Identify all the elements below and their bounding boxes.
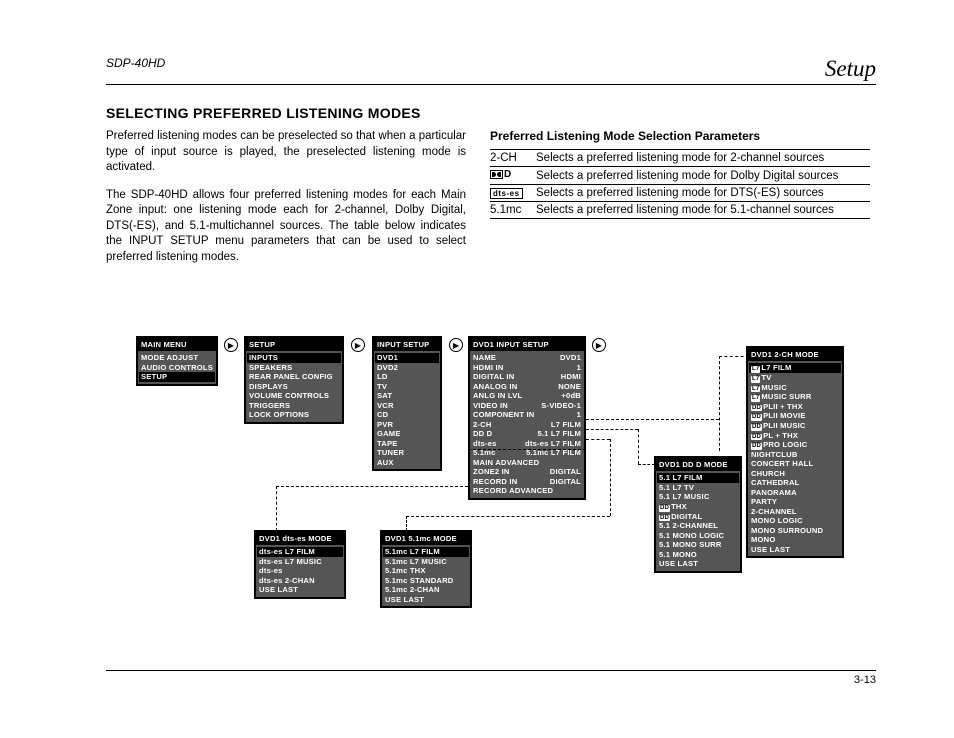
arrow-icon — [224, 338, 238, 352]
arrow-icon — [449, 338, 463, 352]
param-label: 2-CH — [490, 150, 536, 167]
param-desc: Selects a preferred listening mode for D… — [536, 167, 870, 185]
menu-main: MAIN MENU MODE ADJUST AUDIO CONTROLS SET… — [136, 336, 218, 386]
paragraph-1: Preferred listening modes can be presele… — [106, 129, 466, 176]
body-text: Preferred listening modes can be presele… — [106, 129, 466, 277]
page-header: SDP-40HD Setup — [106, 56, 876, 85]
menu-dts-mode: DVD1 dts-es MODE dts-es L7 FILM dts-es L… — [254, 530, 346, 599]
menu-setup: SETUP INPUTS SPEAKERS REAR PANEL CONFIG … — [244, 336, 344, 424]
menu-input-setup: INPUT SETUP DVD1 DVD2 LD TV SAT VCR CD P… — [372, 336, 442, 471]
menu-dd-mode: DVD1 DD D MODE 5.1 L7 FILM 5.1 L7 TV5.1 … — [654, 456, 742, 573]
menu-51mc-mode: DVD1 5.1mc MODE 5.1mc L7 FILM 5.1mc L7 M… — [380, 530, 472, 608]
page-number: 3-13 — [106, 670, 876, 686]
menu-diagram: MAIN MENU MODE ADJUST AUDIO CONTROLS SET… — [136, 336, 846, 656]
param-label: 5.1mc — [490, 202, 536, 219]
param-table: 2-CHSelects a preferred listening mode f… — [490, 149, 870, 219]
param-label-dts: dts-es — [490, 185, 536, 202]
param-desc: Selects a preferred listening mode for D… — [536, 185, 870, 202]
param-title: Preferred Listening Mode Selection Param… — [490, 129, 870, 143]
param-label-dolby: D — [490, 167, 536, 185]
arrow-icon — [351, 338, 365, 352]
page-heading: SELECTING PREFERRED LISTENING MODES — [106, 105, 876, 121]
menu-dvd1-input: DVD1 INPUT SETUP NAMEDVD1HDMI IN1DIGITAL… — [468, 336, 586, 500]
paragraph-2: The SDP-40HD allows four preferred liste… — [106, 188, 466, 266]
arrow-icon — [592, 338, 606, 352]
section-title: Setup — [825, 56, 876, 82]
model-number: SDP-40HD — [106, 56, 165, 82]
param-desc: Selects a preferred listening mode for 5… — [536, 202, 870, 219]
param-desc: Selects a preferred listening mode for 2… — [536, 150, 870, 167]
menu-2ch-mode: DVD1 2-CH MODE L7L7 FILM L7TVL7MUSICL7MU… — [746, 346, 844, 558]
